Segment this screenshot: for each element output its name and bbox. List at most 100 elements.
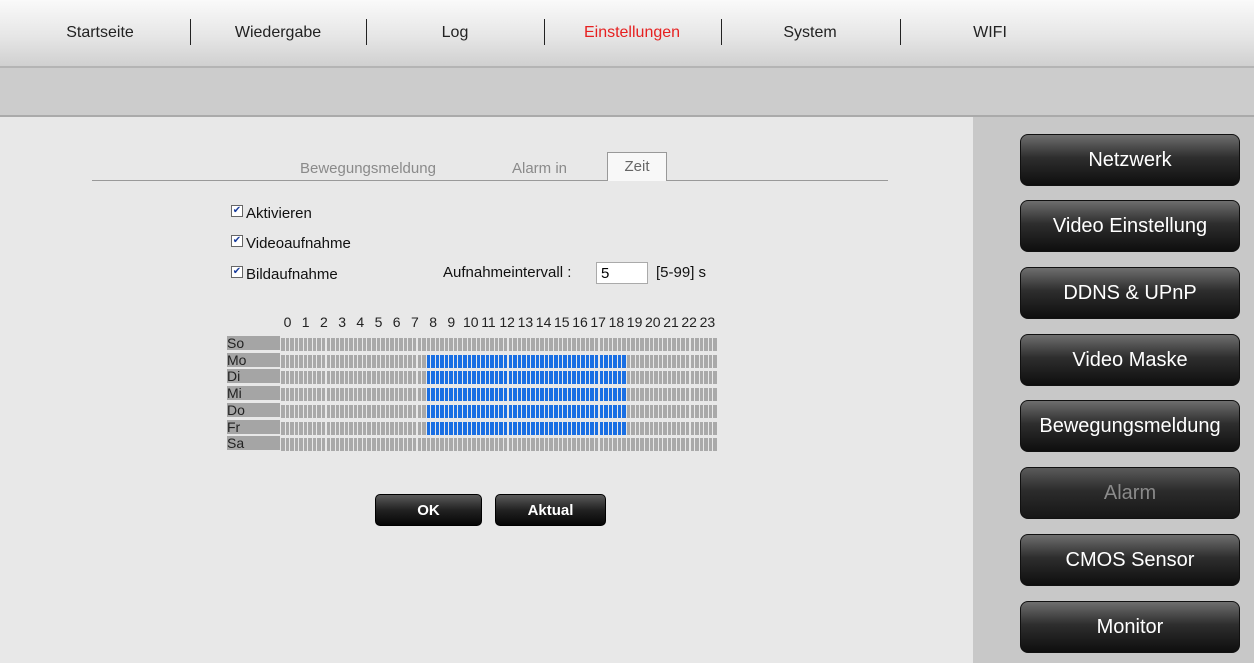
schedule-slot[interactable] [362, 404, 367, 418]
schedule-slot[interactable] [426, 404, 431, 418]
schedule-slot[interactable] [676, 404, 681, 418]
schedule-slot[interactable] [690, 404, 695, 418]
schedule-slot[interactable] [576, 438, 581, 452]
schedule-slot[interactable] [467, 371, 472, 385]
schedule-slot[interactable] [458, 338, 462, 351]
schedule-slot[interactable] [399, 421, 403, 435]
schedule-slot[interactable] [554, 421, 558, 435]
schedule-slot[interactable] [608, 388, 613, 402]
schedule-slot[interactable] [690, 371, 695, 385]
schedule-slot[interactable] [394, 388, 399, 402]
schedule-slot[interactable] [699, 354, 704, 368]
schedule-slot[interactable] [685, 404, 690, 418]
schedule-slot[interactable] [362, 371, 367, 385]
schedule-slot[interactable] [585, 421, 590, 435]
schedule-slot[interactable] [558, 338, 563, 351]
schedule-slot[interactable] [499, 338, 503, 351]
schedule-slot[interactable] [285, 338, 290, 351]
schedule-slot[interactable] [417, 371, 422, 385]
schedule-slot[interactable] [567, 404, 572, 418]
schedule-slot[interactable] [604, 404, 608, 418]
schedule-slot[interactable] [713, 438, 717, 452]
schedule-slot[interactable] [385, 388, 390, 402]
schedule-slot[interactable] [613, 404, 617, 418]
schedule-slot[interactable] [617, 338, 622, 351]
schedule-slot[interactable] [517, 438, 522, 452]
schedule-slot[interactable] [372, 371, 376, 385]
schedule-slot[interactable] [699, 421, 704, 435]
schedule-slot[interactable] [476, 404, 481, 418]
schedule-slot[interactable] [408, 371, 412, 385]
schedule-slot[interactable] [422, 354, 426, 368]
schedule-slot[interactable] [299, 354, 303, 368]
schedule-slot[interactable] [449, 338, 453, 351]
schedule-slot[interactable] [594, 438, 599, 452]
schedule-slot[interactable] [499, 388, 503, 402]
schedule-slot[interactable] [604, 338, 608, 351]
schedule-slot[interactable] [617, 421, 622, 435]
schedule-slot[interactable] [544, 371, 549, 385]
schedule-slot[interactable] [335, 354, 340, 368]
schedule-slot[interactable] [326, 338, 331, 351]
schedule-slot[interactable] [494, 438, 499, 452]
schedule-slot[interactable] [281, 354, 285, 368]
schedule-slot[interactable] [626, 354, 631, 368]
schedule-slot[interactable] [321, 338, 326, 351]
schedule-slot[interactable] [708, 404, 713, 418]
schedule-slot[interactable] [494, 354, 499, 368]
schedule-slot[interactable] [635, 354, 640, 368]
schedule-slot[interactable] [508, 388, 513, 402]
schedule-slot[interactable] [576, 354, 581, 368]
schedule-slot[interactable] [463, 338, 467, 351]
schedule-slot[interactable] [590, 338, 594, 351]
schedule-slot[interactable] [631, 388, 635, 402]
schedule-slot[interactable] [431, 338, 435, 351]
schedule-slot[interactable] [549, 338, 553, 351]
schedule-slot[interactable] [590, 438, 594, 452]
schedule-slot[interactable] [608, 354, 613, 368]
schedule-slot[interactable] [458, 388, 462, 402]
schedule-slot[interactable] [645, 438, 649, 452]
schedule-slot[interactable] [713, 421, 717, 435]
schedule-slot[interactable] [485, 354, 490, 368]
schedule-slot[interactable] [544, 338, 549, 351]
schedule-slot[interactable] [331, 338, 335, 351]
schedule-slot[interactable] [467, 338, 472, 351]
schedule-slot[interactable] [367, 338, 371, 351]
schedule-slot[interactable] [321, 438, 326, 452]
schedule-slot[interactable] [585, 438, 590, 452]
schedule-slot[interactable] [594, 404, 599, 418]
schedule-slot[interactable] [567, 354, 572, 368]
schedule-slot[interactable] [581, 438, 585, 452]
schedule-slot[interactable] [408, 421, 412, 435]
schedule-slot[interactable] [613, 388, 617, 402]
schedule-slot[interactable] [554, 404, 558, 418]
schedule-slot[interactable] [372, 338, 376, 351]
schedule-slot[interactable] [453, 338, 458, 351]
schedule-slot[interactable] [554, 388, 558, 402]
schedule-slot[interactable] [444, 404, 449, 418]
schedule-slot[interactable] [535, 354, 540, 368]
schedule-slot[interactable] [672, 404, 676, 418]
schedule-slot[interactable] [690, 388, 695, 402]
schedule-slot[interactable] [303, 388, 308, 402]
schedule-slot[interactable] [317, 421, 321, 435]
schedule-slot[interactable] [431, 388, 435, 402]
schedule-slot[interactable] [340, 404, 344, 418]
schedule-slot[interactable] [353, 338, 358, 351]
schedule-slot[interactable] [367, 438, 371, 452]
schedule-slot[interactable] [563, 354, 567, 368]
schedule-slot[interactable] [572, 338, 576, 351]
schedule-slot[interactable] [599, 388, 604, 402]
schedule-slot[interactable] [490, 371, 494, 385]
schedule-slot[interactable] [640, 354, 644, 368]
schedule-slot[interactable] [408, 438, 412, 452]
schedule-slot[interactable] [585, 371, 590, 385]
schedule-slot[interactable] [358, 388, 362, 402]
schedule-slot[interactable] [476, 438, 481, 452]
schedule-slot[interactable] [699, 371, 704, 385]
schedule-slot[interactable] [617, 354, 622, 368]
subtab-zeit[interactable]: Zeit [607, 152, 667, 181]
schedule-slot[interactable] [631, 338, 635, 351]
schedule-slot[interactable] [590, 354, 594, 368]
